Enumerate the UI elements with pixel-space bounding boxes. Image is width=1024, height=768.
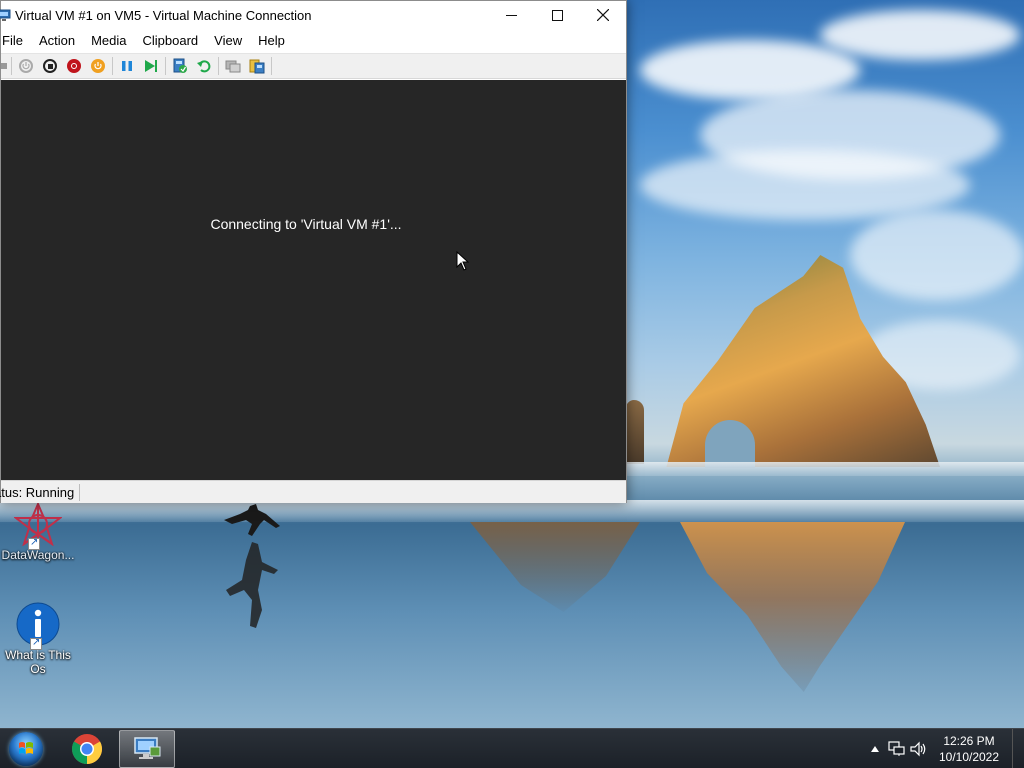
save-button[interactable] bbox=[86, 55, 110, 77]
close-icon bbox=[597, 9, 609, 21]
revert-button[interactable] bbox=[192, 55, 216, 77]
surf-line bbox=[626, 462, 1024, 476]
speaker-icon bbox=[910, 741, 926, 757]
chevron-up-icon bbox=[871, 746, 879, 752]
maximize-icon bbox=[551, 9, 563, 21]
desktop-icon-what-is-this-os[interactable]: What is This Os bbox=[0, 602, 76, 676]
pause-button[interactable] bbox=[115, 55, 139, 77]
close-button[interactable] bbox=[580, 1, 626, 29]
vm-connection-icon bbox=[134, 737, 161, 759]
toolbar bbox=[1, 53, 626, 79]
desktop-icon-label: DataWagon... bbox=[1, 548, 75, 562]
menu-file[interactable]: File bbox=[1, 29, 31, 53]
turn-off-icon bbox=[43, 59, 57, 73]
enhanced-session-icon bbox=[225, 60, 241, 73]
menu-action[interactable]: Action bbox=[31, 29, 83, 53]
toolbar-separator bbox=[11, 57, 12, 75]
save-icon bbox=[91, 59, 105, 73]
cloud bbox=[640, 150, 970, 220]
start-icon bbox=[19, 59, 33, 73]
clock-date: 10/10/2022 bbox=[938, 750, 1000, 764]
ctrl-alt-del-icon bbox=[1, 63, 7, 69]
menu-clipboard[interactable]: Clipboard bbox=[135, 29, 207, 53]
volume-button[interactable] bbox=[908, 729, 930, 768]
shut-down-icon bbox=[67, 59, 81, 73]
shortcut-arrow-icon bbox=[30, 636, 42, 650]
show-desktop-button[interactable] bbox=[1012, 729, 1024, 768]
turn-off-button[interactable] bbox=[38, 55, 62, 77]
resume-button[interactable] bbox=[139, 55, 163, 77]
network-button[interactable] bbox=[886, 729, 908, 768]
menu-view[interactable]: View bbox=[206, 29, 250, 53]
shortcut-arrow-icon bbox=[28, 536, 40, 550]
toolbar-separator bbox=[271, 57, 272, 75]
share-icon bbox=[249, 59, 265, 74]
vm-display-area[interactable]: Connecting to 'Virtual VM #1'... bbox=[1, 80, 626, 480]
window-title: Virtual VM #1 on VM5 - Virtual Machine C… bbox=[15, 7, 312, 23]
rock-arch-opening bbox=[705, 420, 755, 468]
clock-time: 12:26 PM bbox=[943, 734, 995, 748]
rock-reflection bbox=[680, 522, 905, 692]
menu-help[interactable]: Help bbox=[250, 29, 293, 53]
checkpoint-button[interactable] bbox=[168, 55, 192, 77]
minimize-icon bbox=[505, 14, 517, 16]
cloud bbox=[820, 10, 1020, 60]
menu-bar: File Action Media Clipboard View Help bbox=[1, 29, 626, 53]
share-button[interactable] bbox=[245, 55, 269, 77]
info-icon bbox=[16, 602, 60, 650]
shut-down-button[interactable] bbox=[62, 55, 86, 77]
runner-reflection bbox=[226, 542, 278, 628]
mouse-cursor-icon bbox=[456, 251, 470, 271]
enhanced-session-button[interactable] bbox=[221, 55, 245, 77]
toolbar-separator bbox=[112, 57, 113, 75]
title-bar[interactable]: Virtual VM #1 on VM5 - Virtual Machine C… bbox=[0, 1, 626, 29]
menu-media[interactable]: Media bbox=[83, 29, 134, 53]
taskbar: 12:26 PM 10/10/2022 bbox=[0, 728, 1024, 768]
beach-foam bbox=[0, 500, 1024, 522]
windows-logo-icon bbox=[9, 732, 43, 766]
clock-button[interactable]: 12:26 PM 10/10/2022 bbox=[934, 733, 1004, 765]
ctrl-alt-del-button[interactable] bbox=[1, 55, 9, 77]
taskbar-vm-connection-button[interactable] bbox=[119, 730, 175, 768]
taskbar-chrome-button[interactable] bbox=[59, 730, 115, 768]
toolbar-separator bbox=[218, 57, 219, 75]
toolbar-separator bbox=[165, 57, 166, 75]
sea-stack bbox=[626, 400, 644, 464]
minimize-button[interactable] bbox=[488, 1, 534, 29]
vm-connection-app-icon bbox=[0, 8, 11, 22]
resume-icon bbox=[145, 60, 157, 72]
pause-icon bbox=[122, 61, 132, 71]
network-icon bbox=[888, 741, 905, 756]
chrome-icon bbox=[71, 734, 103, 764]
vm-status-text: atus: Running bbox=[0, 483, 81, 501]
checkpoint-icon bbox=[173, 58, 187, 73]
vm-connection-window[interactable]: Virtual VM #1 on VM5 - Virtual Machine C… bbox=[0, 0, 627, 503]
system-tray: 12:26 PM 10/10/2022 bbox=[864, 729, 1024, 768]
start-button[interactable] bbox=[14, 55, 38, 77]
maximize-button[interactable] bbox=[534, 1, 580, 29]
cloud bbox=[850, 210, 1024, 300]
datawagon-icon bbox=[13, 501, 63, 550]
revert-icon bbox=[197, 60, 211, 73]
desktop-icon-label: What is This Os bbox=[5, 648, 71, 676]
runner-silhouette bbox=[224, 504, 280, 536]
start-button[interactable] bbox=[6, 731, 46, 767]
desktop-icon-datawagon[interactable]: DataWagon... bbox=[0, 501, 76, 562]
connecting-message: Connecting to 'Virtual VM #1'... bbox=[210, 216, 402, 232]
status-bar: atus: Running bbox=[0, 480, 626, 503]
rock-reflection bbox=[470, 522, 640, 612]
show-hidden-icons-button[interactable] bbox=[864, 729, 886, 768]
